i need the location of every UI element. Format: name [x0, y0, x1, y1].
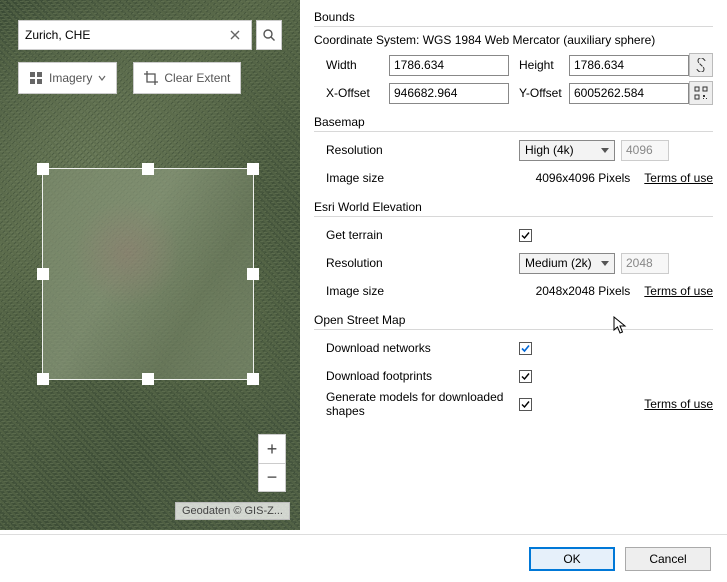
download-footprints-label: Download footprints [314, 369, 519, 383]
search-icon [262, 28, 276, 42]
download-footprints-checkbox[interactable] [519, 370, 532, 383]
height-input[interactable] [569, 55, 689, 76]
resize-handle-s[interactable] [142, 373, 154, 385]
resize-handle-sw[interactable] [37, 373, 49, 385]
resize-handle-ne[interactable] [247, 163, 259, 175]
search-button[interactable] [256, 20, 282, 50]
clear-extent-button[interactable]: Clear Extent [133, 62, 241, 94]
map-attribution: Geodaten © GIS-Z... [175, 502, 290, 520]
link-dimensions-button[interactable] [689, 53, 713, 77]
cancel-button[interactable]: Cancel [625, 547, 711, 571]
coord-system: Coordinate System: WGS 1984 Web Mercator… [314, 33, 713, 47]
resize-handle-w[interactable] [37, 268, 49, 280]
osm-section: Open Street Map Download networks Downlo… [314, 313, 713, 416]
imagery-dropdown[interactable]: Imagery [18, 62, 117, 94]
link-icon [694, 58, 708, 72]
xoffset-input[interactable] [389, 83, 509, 104]
basemap-resolution-px: 4096 [621, 140, 669, 161]
download-networks-checkbox[interactable] [519, 342, 532, 355]
elevation-terms-link[interactable]: Terms of use [644, 284, 713, 298]
qr-icon [694, 86, 708, 100]
elevation-resolution-select[interactable]: Medium (2k) [519, 253, 615, 274]
zoom-control: + − [258, 434, 286, 492]
basemap-imgsize-value: 4096x4096 Pixels [464, 171, 636, 185]
extent-selection[interactable] [42, 168, 254, 380]
crop-icon [144, 71, 158, 85]
basemap-section: Basemap Resolution High (4k) 4096 Image … [314, 115, 713, 190]
extent-imagery [43, 169, 253, 379]
resize-handle-se[interactable] [247, 373, 259, 385]
basemap-terms-link[interactable]: Terms of use [644, 171, 713, 185]
bounds-section: Bounds Coordinate System: WGS 1984 Web M… [314, 10, 713, 105]
download-networks-label: Download networks [314, 341, 519, 355]
map-toolbar: Imagery Clear Extent [18, 62, 241, 94]
width-label: Width [314, 58, 389, 72]
basemap-title: Basemap [314, 115, 713, 129]
elevation-section: Esri World Elevation Get terrain Resolut… [314, 200, 713, 303]
resize-handle-e[interactable] [247, 268, 259, 280]
dialog-footer: OK Cancel [0, 534, 727, 582]
ok-button[interactable]: OK [529, 547, 615, 571]
generate-models-label: Generate models for downloaded shapes [314, 390, 519, 418]
basemap-resolution-select[interactable]: High (4k) [519, 140, 615, 161]
chevron-down-icon [98, 74, 106, 82]
layers-icon [29, 71, 43, 85]
imagery-label: Imagery [49, 71, 92, 85]
get-terrain-checkbox[interactable] [519, 229, 532, 242]
qr-button[interactable] [689, 81, 713, 105]
width-input[interactable] [389, 55, 509, 76]
generate-models-checkbox[interactable] [519, 398, 532, 411]
basemap-res-label: Resolution [314, 143, 519, 157]
height-label: Height [509, 58, 569, 72]
xoffset-label: X-Offset [314, 86, 389, 100]
clear-extent-label: Clear Extent [164, 71, 230, 85]
zoom-in-button[interactable]: + [259, 435, 285, 463]
resize-handle-nw[interactable] [37, 163, 49, 175]
osm-title: Open Street Map [314, 313, 713, 327]
yoffset-label: Y-Offset [509, 86, 569, 100]
elevation-resolution-px: 2048 [621, 253, 669, 274]
resize-handle-n[interactable] [142, 163, 154, 175]
properties-pane: Bounds Coordinate System: WGS 1984 Web M… [300, 0, 727, 530]
basemap-imgsize-label: Image size [314, 171, 464, 185]
elev-imgsize-value: 2048x2048 Pixels [464, 284, 636, 298]
yoffset-input[interactable] [569, 83, 689, 104]
elev-imgsize-label: Image size [314, 284, 464, 298]
elevation-title: Esri World Elevation [314, 200, 713, 214]
search-input[interactable] [25, 28, 225, 42]
map-pane[interactable]: Imagery Clear Extent + − Geodaten © GIS-… [0, 0, 300, 530]
clear-search-icon[interactable] [225, 25, 245, 45]
get-terrain-label: Get terrain [314, 228, 519, 242]
bounds-title: Bounds [314, 10, 713, 24]
zoom-out-button[interactable]: − [259, 463, 285, 491]
elev-res-label: Resolution [314, 256, 519, 270]
search-bar [18, 20, 252, 50]
osm-terms-link[interactable]: Terms of use [644, 397, 713, 411]
